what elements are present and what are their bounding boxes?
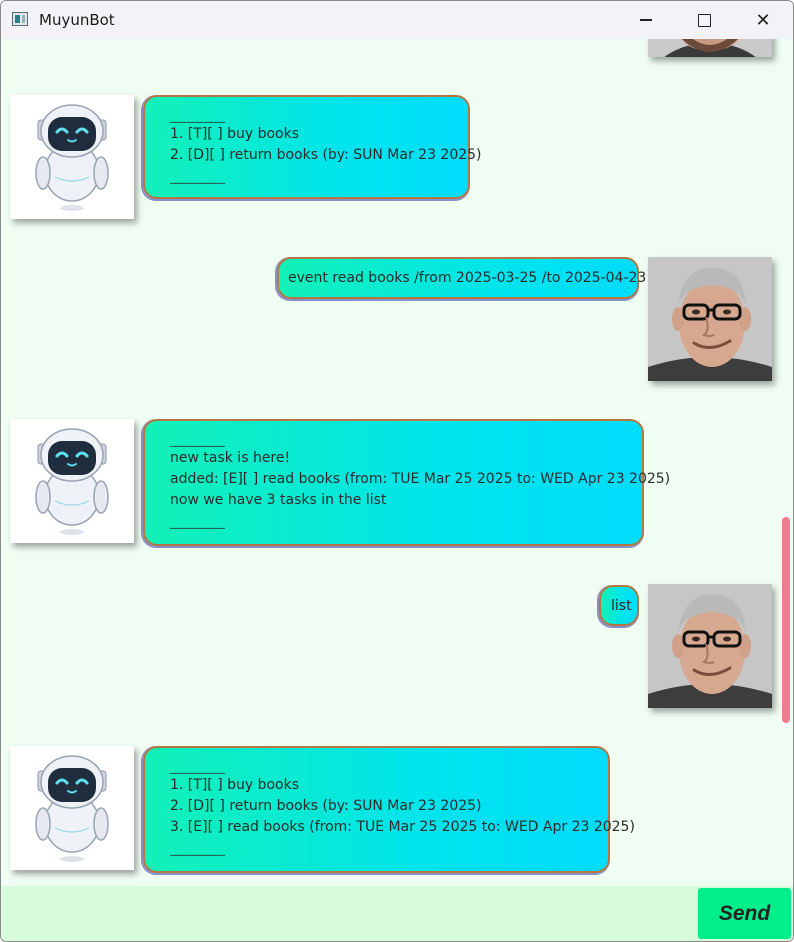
window-title: MuyunBot bbox=[39, 11, 115, 29]
message-input[interactable] bbox=[3, 888, 695, 939]
message-line: now we have 3 tasks in the list bbox=[170, 492, 387, 508]
user-photo-avatar bbox=[648, 257, 772, 381]
robot-icon bbox=[35, 755, 109, 862]
app-window: MuyunBot ✕ ____________ 1. [T][] buy bo… bbox=[0, 0, 794, 942]
user-photo-icon bbox=[648, 257, 772, 381]
message-line: new task is here! bbox=[170, 450, 291, 466]
message-line: added: [E][ ] read books (from: TUE Mar … bbox=[170, 471, 671, 487]
send-button[interactable]: Send bbox=[698, 888, 791, 939]
separator-line: ____________ bbox=[170, 171, 225, 184]
robot-icon bbox=[35, 104, 109, 211]
title-bar[interactable]: MuyunBot ✕ bbox=[1, 1, 793, 39]
user-photo-icon bbox=[648, 584, 772, 708]
minimize-button[interactable] bbox=[617, 1, 675, 39]
message-line: event read books /from 2025-03-25 /to 20… bbox=[288, 270, 647, 286]
robot-icon bbox=[35, 428, 109, 535]
separator-line: ____________ bbox=[170, 110, 225, 123]
user-photo-avatar bbox=[648, 584, 772, 708]
close-button[interactable]: ✕ bbox=[734, 1, 792, 39]
input-bar: Send bbox=[1, 886, 793, 941]
maximize-button[interactable] bbox=[675, 1, 733, 39]
maximize-icon bbox=[697, 13, 711, 27]
separator-line: ____________ bbox=[170, 516, 225, 529]
message-line: 2. [D][ ] return books (by: SUN Mar 23 2… bbox=[170, 147, 482, 163]
message-line: 3. [E][ ] read books (from: TUE Mar 25 2… bbox=[170, 819, 635, 835]
app-window-icon bbox=[12, 12, 28, 26]
message-line: 1. [T][ ] buy books bbox=[170, 777, 300, 793]
robot-avatar bbox=[10, 746, 134, 870]
separator-line: ____________ bbox=[170, 843, 225, 856]
bot-message-bubble: ____________ new task is here! added: [E… bbox=[143, 419, 671, 546]
robot-avatar bbox=[10, 419, 134, 543]
close-icon: ✕ bbox=[755, 9, 771, 31]
user-photo-avatar bbox=[648, 39, 772, 57]
robot-avatar bbox=[10, 95, 134, 219]
scrollbar-thumb[interactable] bbox=[782, 517, 790, 723]
bot-message-bubble: ____________ 1. [T][ ] buy books 2. [D][… bbox=[143, 95, 482, 199]
separator-line: ____________ bbox=[170, 434, 225, 447]
minimize-icon bbox=[640, 19, 652, 21]
message-line: 1. [T][ ] buy books bbox=[170, 126, 300, 142]
chat-scroll-area[interactable]: ____________ 1. [T][ ] buy books 2. [D][… bbox=[1, 39, 793, 886]
message-line: list bbox=[611, 598, 632, 614]
user-message-bubble: event read books /from 2025-03-25 /to 20… bbox=[277, 257, 647, 299]
bot-message-bubble: ____________ 1. [T][ ] buy books 2. [D][… bbox=[143, 746, 635, 873]
separator-line: ____________ bbox=[170, 761, 225, 774]
user-message-bubble: list bbox=[599, 585, 639, 626]
message-line: 2. [D][ ] return books (by: SUN Mar 23 2… bbox=[170, 798, 482, 814]
